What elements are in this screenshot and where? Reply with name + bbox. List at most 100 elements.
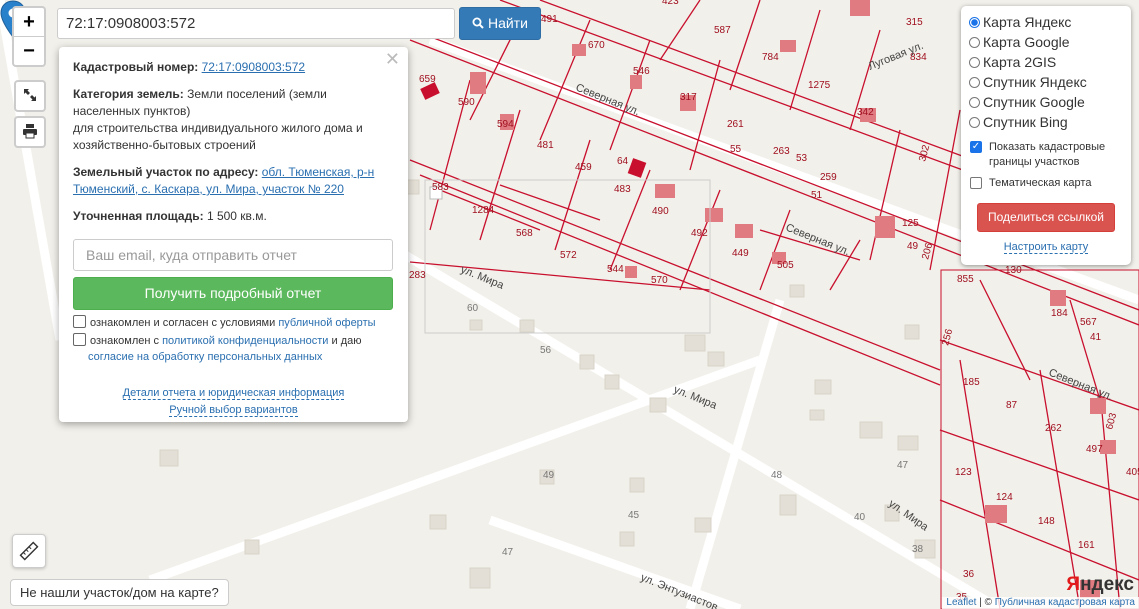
print-button[interactable] [14,116,46,148]
parcel-number-label: 583 [432,182,449,193]
basemap-option[interactable]: Спутник Google [969,92,1123,112]
parcel-number-label: 497 [1086,444,1103,455]
search-input[interactable]: 72:17:0908003:572 [57,8,455,39]
ruler-icon [19,541,39,561]
basemap-radio[interactable] [969,17,980,28]
basemap-option[interactable]: Карта Google [969,32,1123,52]
privacy-consent-row: ознакомлен с политикой конфиденциальност… [73,333,394,365]
parcel-number-label: 423 [662,0,679,7]
parcel-number-label: 49 [907,241,919,252]
basemap-radio[interactable] [969,57,980,68]
yandex-logo: Яндекс [1066,574,1134,596]
parcel-number-label: 36 [963,569,975,580]
parcel-number-label: 283 [409,270,426,281]
cadastral-number-link[interactable]: 72:17:0908003:572 [202,60,305,74]
popup-links: Детали отчета и юридическая информация Р… [73,385,394,419]
zoom-in-button[interactable]: + [14,8,44,36]
search-button[interactable]: Найти [459,7,541,40]
basemap-option[interactable]: Карта Яндекс [969,12,1123,32]
attribution-sep: | © [976,597,995,608]
not-found-button[interactable]: Не нашли участок/дом на карте? [10,579,229,606]
fullscreen-button[interactable] [14,80,46,112]
thematic-checkbox[interactable] [970,177,982,189]
parcel-number-label: 185 [963,377,980,388]
house-number-label: 47 [502,547,514,558]
leaflet-link[interactable]: Leaflet [946,597,976,608]
parcel-number-label: 784 [762,52,779,63]
parcel-number-label: 670 [588,40,605,51]
offer-link[interactable]: публичной оферты [278,317,375,329]
parcel-number-label: 492 [691,228,708,239]
basemap-label: Карта Яндекс [983,14,1072,30]
offer-consent-checkbox[interactable] [73,315,86,328]
configure-map-link[interactable]: Настроить карту [1003,241,1089,254]
basemap-label: Спутник Bing [983,114,1068,130]
basemap-radio[interactable] [969,97,980,108]
parcel-number-label: 590 [458,97,475,108]
parcel-number-label: 259 [820,172,837,183]
house-number-label: 49 [543,470,555,481]
report-details-link[interactable]: Детали отчета и юридическая информация [122,387,345,400]
ruler-button[interactable] [12,534,46,568]
basemap-option[interactable]: Спутник Яндекс [969,72,1123,92]
yandex-logo-first: Я [1066,574,1081,595]
cadastral-label: Кадастровый номер: [73,60,199,74]
manual-select-link[interactable]: Ручной выбор вариантов [169,404,298,417]
parcel-number-label: 51 [811,190,823,201]
privacy-policy-link[interactable]: политикой конфиденциальности [162,335,328,347]
house-number-label: 48 [771,470,783,481]
parcel-number-label: 317 [680,92,697,103]
zoom-out-button[interactable]: − [14,36,44,65]
parcel-number-label: 263 [773,146,790,157]
house-number-label: 60 [467,303,479,314]
parcel-number-label: 572 [560,250,577,261]
basemap-option[interactable]: Карта 2GIS [969,52,1123,72]
cadastral-toggle[interactable]: ✓ Показать кадастровые границы участков [969,140,1123,170]
basemap-option[interactable]: Спутник Bing [969,112,1123,132]
parcel-number-label: 587 [714,25,731,36]
layer-control: Карта Яндекс Карта Google Карта 2GIS Спутни… [961,6,1131,265]
offer-consent-row: ознакомлен и согласен с условиями публич… [73,315,394,331]
printer-icon [23,124,37,139]
address-row: Земельный участок по адресу: обл. Тюменс… [73,164,394,198]
category-label: Категория земель: [73,87,184,101]
thematic-toggle[interactable]: Тематическая карта [969,176,1123,191]
parcel-number-label: 161 [1078,540,1095,551]
parcel-number-label: 53 [796,153,808,164]
cadastral-checkbox[interactable]: ✓ [970,141,982,153]
basemap-label: Спутник Google [983,94,1085,110]
use-value: для строительства индивидуального жилого… [73,121,363,152]
parcel-number-label: 546 [633,66,650,77]
search-icon [472,17,484,29]
offer-consent-text: ознакомлен и согласен с условиями [90,317,276,329]
parcel-number-label: 568 [516,228,533,239]
expand-icon [24,89,36,101]
parcel-number-label: 459 [575,162,592,173]
cadastral-toggle-label: Показать кадастровые границы участков [989,141,1106,168]
parcel-number-label: 659 [419,74,436,85]
basemap-radio[interactable] [969,37,980,48]
share-link-button[interactable]: Поделиться ссылкой [977,203,1115,232]
email-input[interactable]: Ваш email, куда отправить отчет [73,239,393,271]
house-number-label: 38 [912,544,924,555]
configure-map: Настроить карту [969,241,1123,254]
basemap-radio[interactable] [969,77,980,88]
parcel-number-label: 570 [651,275,668,286]
area-value: 1 500 кв.м. [206,209,267,223]
close-icon[interactable]: ✕ [385,50,400,68]
personal-data-consent-link[interactable]: согласие на обработку персональных данны… [88,351,322,363]
parcel-number-label: 130 [1005,265,1022,276]
privacy-consent-mid: и даю [331,335,362,347]
parcel-number-label: 1275 [808,80,831,91]
house-number-label: 45 [628,510,640,521]
parcel-number-label: 483 [614,184,631,195]
basemap-radio[interactable] [969,117,980,128]
parcel-number-label: 1284 [472,205,495,216]
pkk-link[interactable]: Публичная кадастровая карта [995,597,1135,608]
get-report-button[interactable]: Получить подробный отчет [73,277,393,310]
privacy-consent-checkbox[interactable] [73,333,86,346]
parcel-number-label: 184 [1051,308,1068,319]
area-row: Уточненная площадь: 1 500 кв.м. [73,208,394,225]
parcel-number-label: 505 [777,260,794,271]
cadastral-row: Кадастровый номер: 72:17:0908003:572 [73,59,394,76]
